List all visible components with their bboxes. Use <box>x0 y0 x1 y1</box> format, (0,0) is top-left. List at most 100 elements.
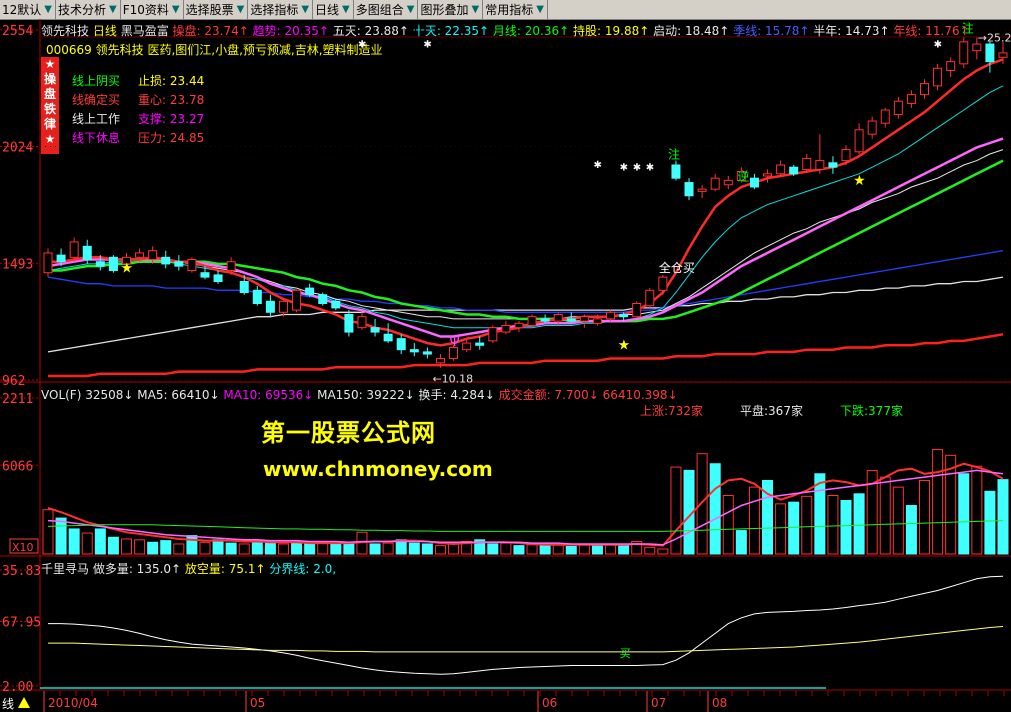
ni-annotation: 逆 <box>737 168 749 183</box>
candle-body <box>422 351 432 355</box>
vol-item: 成交金额: 7.700↓ <box>498 388 603 402</box>
volume-bar <box>343 543 355 555</box>
candle-body <box>501 324 511 333</box>
candle-body <box>82 245 92 261</box>
candle-body <box>148 250 158 261</box>
volume-bar <box>932 449 944 555</box>
x-tick-label: 08 <box>712 696 727 710</box>
candle-body <box>933 67 943 87</box>
ma-line-red_year <box>48 333 1004 378</box>
volume-bar <box>448 543 460 555</box>
volume-bar <box>68 528 80 555</box>
volume-bar <box>487 543 499 555</box>
market-up: 上涨:732家 <box>640 404 703 418</box>
candle-body <box>867 120 877 135</box>
candle-body <box>592 318 602 324</box>
zhu-annotation: 注 <box>668 147 680 162</box>
vol-item: VOL(F) 32508↓ <box>41 388 138 402</box>
volume-bar <box>879 476 891 555</box>
volume-bar <box>801 495 813 555</box>
candle-body <box>815 160 825 170</box>
buy-annotation: 全仓买 <box>659 260 695 275</box>
volume-bar <box>722 494 734 555</box>
indicator-line-0 <box>48 575 1004 675</box>
candle-body <box>906 94 916 104</box>
candle-body <box>828 162 838 168</box>
volume-bar <box>225 542 237 555</box>
candle-body <box>108 256 118 272</box>
candle-body <box>684 182 694 197</box>
candle-body <box>959 41 969 65</box>
y-tick-label: 6066 <box>2 459 33 474</box>
volume-bar <box>618 544 630 555</box>
volume-bar <box>120 538 132 555</box>
volume-bar <box>565 545 577 555</box>
volume-bar <box>147 541 159 555</box>
volume-bar <box>591 545 603 555</box>
x-tick-label: 2010/04 <box>48 696 98 710</box>
volume-bar <box>644 546 656 555</box>
candle-body <box>252 289 262 304</box>
volume-bar <box>160 540 172 555</box>
candle-body <box>632 302 642 318</box>
volume-bar <box>81 532 93 555</box>
candle-body <box>527 316 537 326</box>
volume-bar <box>984 490 996 555</box>
candle-body <box>749 177 759 188</box>
candle-body <box>710 177 720 190</box>
ma-line-trend_red <box>48 58 1004 347</box>
candle-body <box>514 322 524 329</box>
indicator-item: 放空量: 75.1↑ <box>184 562 270 576</box>
candle-body <box>566 318 576 322</box>
vol-item: MA5: 66410↓ <box>137 388 224 402</box>
market-flat: 平盘:367家 <box>740 404 803 418</box>
candle-body <box>265 300 275 313</box>
indicator-item: 分界线: 2.0, <box>269 562 337 576</box>
volume-bar <box>892 486 904 555</box>
volume-bar <box>264 540 276 555</box>
candle-body <box>540 318 550 322</box>
candle-body <box>226 261 236 272</box>
candle-body <box>135 252 145 258</box>
volume-bar <box>330 542 342 555</box>
volume-bar <box>186 535 198 555</box>
stock-chart[interactable]: 255420241493962 ←10.18→25.2全仓买注注逆★★★✱ ✱ ✱ ✱✱… <box>0 0 1011 712</box>
candle-body <box>645 289 655 307</box>
volume-bar <box>199 541 211 555</box>
bottom-left-label: 线 <box>2 697 14 711</box>
candle-body <box>344 313 354 333</box>
candle-body <box>383 333 393 342</box>
candle-body <box>763 173 773 177</box>
candle-body <box>658 276 668 291</box>
zhu-annotation: 注 <box>962 21 974 36</box>
x-tick-label: 07 <box>651 696 666 710</box>
volume-bar <box>526 544 538 555</box>
volume-bar <box>421 543 433 555</box>
candle-body <box>396 338 406 351</box>
candle-body <box>985 43 995 63</box>
candle-body <box>56 254 66 263</box>
y-tick-label: 1493 <box>2 257 33 272</box>
volume-bar <box>775 503 787 555</box>
vol-item: 66410.398↓ <box>602 388 678 402</box>
candle-body <box>723 179 733 186</box>
vol-item: MA10: 69536↓ <box>223 388 318 402</box>
candle-body <box>435 357 445 364</box>
volume-bar <box>134 539 146 555</box>
volume-bar <box>42 509 54 555</box>
diamond-marker: ✱ <box>620 162 628 173</box>
volume-bar <box>919 479 931 555</box>
volume-bar <box>500 542 512 555</box>
candle-body <box>187 259 197 272</box>
vol-item: 换手: 4.284↓ <box>418 388 499 402</box>
candle-body <box>462 342 472 351</box>
indicator-item: 做多量: 135.0↑ <box>92 562 185 576</box>
candle-body <box>409 349 419 353</box>
candle-body <box>292 289 302 311</box>
x-axis-bar <box>0 691 1011 712</box>
volume-bar <box>212 539 224 555</box>
candle-body <box>239 281 249 293</box>
volume-bar <box>905 505 917 555</box>
volume-bar <box>696 453 708 555</box>
psi-marker: Ψ <box>450 335 460 350</box>
